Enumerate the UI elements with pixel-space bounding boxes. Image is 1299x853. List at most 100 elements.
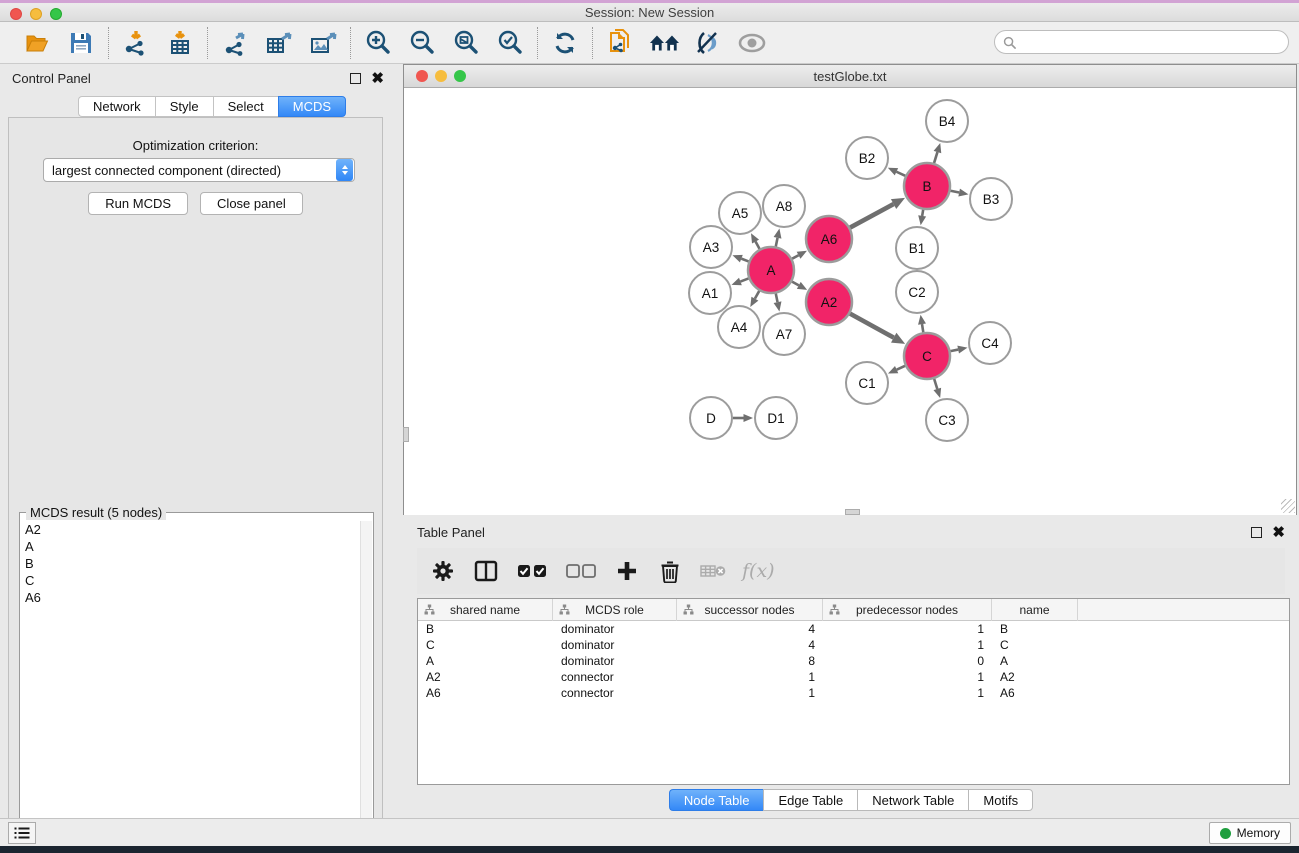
- node-A7[interactable]: A7: [763, 313, 805, 355]
- bottom-edge-handle[interactable]: [845, 509, 860, 515]
- node-C[interactable]: C: [904, 333, 950, 379]
- table-cell[interactable]: B: [992, 621, 1078, 637]
- edge-A-A7[interactable]: [776, 294, 778, 303]
- window-controls[interactable]: [10, 8, 62, 20]
- table-cell[interactable]: 1: [677, 685, 823, 701]
- tab-style[interactable]: Style: [155, 96, 213, 117]
- edge-A-A5[interactable]: [756, 242, 760, 249]
- home-icon[interactable]: [649, 28, 679, 58]
- node-A5[interactable]: A5: [719, 192, 761, 234]
- table-cell[interactable]: 1: [823, 637, 992, 653]
- node-D1[interactable]: D1: [755, 397, 797, 439]
- column-header-shared-name[interactable]: shared name: [418, 599, 553, 621]
- edge-C-C4[interactable]: [951, 350, 959, 352]
- export-table-icon[interactable]: [264, 28, 294, 58]
- zoom-selected-icon[interactable]: [495, 28, 525, 58]
- node-A1[interactable]: A1: [689, 272, 731, 314]
- edge-A-A4[interactable]: [755, 291, 759, 299]
- node-A2[interactable]: A2: [806, 279, 852, 325]
- node-A8[interactable]: A8: [763, 185, 805, 227]
- left-edge-handle[interactable]: [403, 427, 409, 442]
- mcds-result-item[interactable]: A: [21, 538, 360, 555]
- edge-A-A2[interactable]: [792, 282, 799, 286]
- node-B[interactable]: B: [904, 163, 950, 209]
- deselect-all-icon[interactable]: [564, 557, 598, 585]
- table-cell[interactable]: 1: [823, 621, 992, 637]
- select-all-icon[interactable]: [515, 557, 549, 585]
- node-B4[interactable]: B4: [926, 100, 968, 142]
- edge-A-A6[interactable]: [792, 255, 798, 258]
- delete-icon[interactable]: [656, 557, 684, 585]
- float-table-panel-icon[interactable]: [1251, 527, 1262, 538]
- node-A6[interactable]: A6: [806, 216, 852, 262]
- table-cell[interactable]: 4: [677, 637, 823, 653]
- table-cell[interactable]: A2: [992, 669, 1078, 685]
- mcds-result-item[interactable]: B: [21, 555, 360, 572]
- zoom-fit-icon[interactable]: [451, 28, 481, 58]
- search-input[interactable]: [1021, 35, 1280, 49]
- table-cell[interactable]: dominator: [553, 637, 677, 653]
- zoom-out-icon[interactable]: [407, 28, 437, 58]
- minimize-window-button[interactable]: [30, 8, 42, 20]
- table-cell[interactable]: C: [418, 637, 553, 653]
- memory-button[interactable]: Memory: [1209, 822, 1291, 844]
- mcds-result-item[interactable]: A2: [21, 521, 360, 538]
- edge-B-B3[interactable]: [951, 191, 960, 193]
- mcds-result-item[interactable]: C: [21, 572, 360, 589]
- node-C1[interactable]: C1: [846, 362, 888, 404]
- node-B2[interactable]: B2: [846, 137, 888, 179]
- table-row[interactable]: Bdominator41B: [418, 621, 1289, 637]
- hide-graphics-details-icon[interactable]: [693, 28, 723, 58]
- table-cell[interactable]: 1: [823, 685, 992, 701]
- show-graphics-details-icon[interactable]: [737, 28, 767, 58]
- tab-mcds[interactable]: MCDS: [278, 96, 346, 117]
- network-close-button[interactable]: [416, 70, 428, 82]
- edge-B-B4[interactable]: [934, 152, 937, 163]
- table-row[interactable]: Cdominator41C: [418, 637, 1289, 653]
- table-cell[interactable]: 1: [677, 669, 823, 685]
- table-cell[interactable]: connector: [553, 685, 677, 701]
- tab-node-table[interactable]: Node Table: [669, 789, 764, 811]
- tab-motifs[interactable]: Motifs: [968, 789, 1033, 811]
- export-network-icon[interactable]: [220, 28, 250, 58]
- column-header-predecessor-nodes[interactable]: predecessor nodes: [823, 599, 992, 621]
- table-cell[interactable]: dominator: [553, 653, 677, 669]
- close-panel-icon[interactable]: ✖: [371, 73, 384, 84]
- edge-B-B2[interactable]: [896, 172, 905, 176]
- table-row[interactable]: A6connector11A6: [418, 685, 1289, 701]
- node-C3[interactable]: C3: [926, 399, 968, 441]
- table-cell[interactable]: C: [992, 637, 1078, 653]
- node-D[interactable]: D: [690, 397, 732, 439]
- table-cell[interactable]: 0: [823, 653, 992, 669]
- table-cell[interactable]: connector: [553, 669, 677, 685]
- window-resize-grip[interactable]: [1281, 499, 1295, 513]
- zoom-in-icon[interactable]: [363, 28, 393, 58]
- split-columns-icon[interactable]: [472, 557, 500, 585]
- table-row[interactable]: Adominator80A: [418, 653, 1289, 669]
- export-image-icon[interactable]: [308, 28, 338, 58]
- network-canvas[interactable]: B4B2BB3B1A5A8A6A3AA1A2C2A4A7CC4C1C3DD1: [404, 89, 1296, 515]
- node-A[interactable]: A: [748, 247, 794, 293]
- node-B3[interactable]: B3: [970, 178, 1012, 220]
- node-table[interactable]: shared nameMCDS rolesuccessor nodesprede…: [417, 598, 1290, 785]
- edge-A2-C[interactable]: [850, 314, 894, 338]
- table-cell[interactable]: A: [992, 653, 1078, 669]
- edge-A6-B[interactable]: [850, 204, 893, 228]
- open-session-icon[interactable]: [22, 28, 52, 58]
- node-C4[interactable]: C4: [969, 322, 1011, 364]
- node-C2[interactable]: C2: [896, 271, 938, 313]
- refresh-icon[interactable]: [550, 28, 580, 58]
- add-icon[interactable]: [613, 557, 641, 585]
- mcds-result-item[interactable]: A6: [21, 589, 360, 606]
- float-panel-icon[interactable]: [350, 73, 361, 84]
- close-window-button[interactable]: [10, 8, 22, 20]
- column-header-name[interactable]: name: [992, 599, 1078, 621]
- close-table-panel-icon[interactable]: ✖: [1272, 527, 1285, 538]
- table-cell[interactable]: B: [418, 621, 553, 637]
- table-cell[interactable]: 8: [677, 653, 823, 669]
- tab-network[interactable]: Network: [78, 96, 155, 117]
- tab-select[interactable]: Select: [213, 96, 278, 117]
- node-A3[interactable]: A3: [690, 226, 732, 268]
- edge-C-C2[interactable]: [922, 324, 923, 332]
- network-minimize-button[interactable]: [435, 70, 447, 82]
